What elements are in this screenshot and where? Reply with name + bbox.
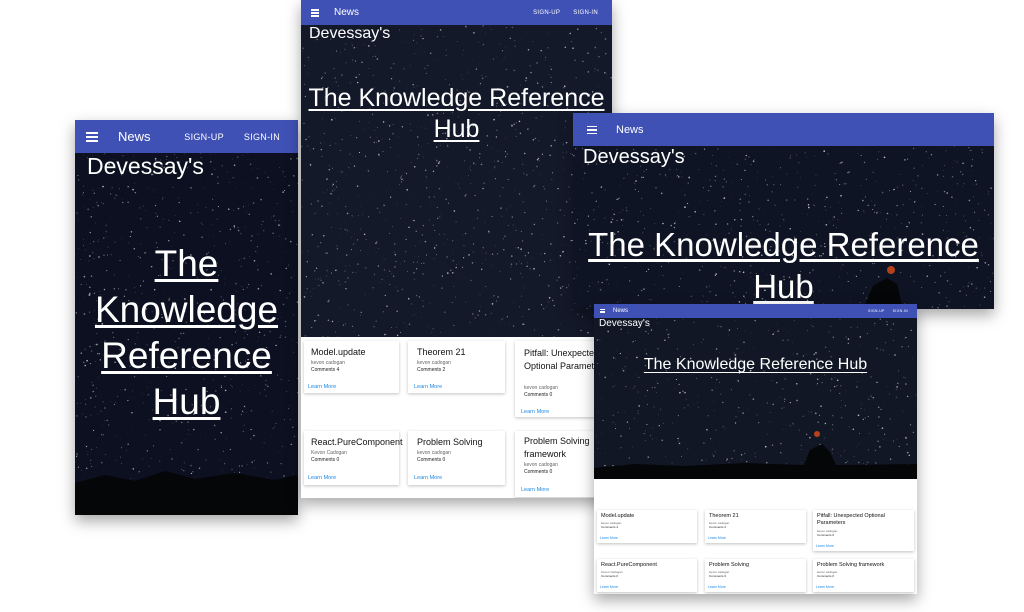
articles-grid: Model.update kevon cadogan Comments 4 Le… bbox=[301, 337, 612, 498]
card-comments: Comments 0 bbox=[709, 574, 727, 578]
card-title: Problem Solving bbox=[709, 562, 750, 568]
app-title: News bbox=[616, 123, 644, 136]
card-title: Problem Solving bbox=[417, 437, 483, 447]
card-title: React.PureComponent bbox=[311, 437, 403, 447]
learn-more-link[interactable]: Learn More bbox=[521, 487, 549, 493]
card-author: kevon cadogan bbox=[417, 450, 451, 456]
article-card[interactable]: Problem Solving framework kevon cadogan … bbox=[813, 559, 914, 592]
learn-more-link[interactable]: Learn More bbox=[600, 585, 618, 589]
learn-more-link[interactable]: Learn More bbox=[414, 475, 442, 481]
learn-more-link[interactable]: Learn More bbox=[414, 384, 442, 390]
signin-button[interactable]: SIGN-IN bbox=[244, 132, 280, 142]
mockup-desktop: News SIGN-UP SIGN-IN Devessay's The Know… bbox=[594, 304, 917, 594]
learn-more-link[interactable]: Learn More bbox=[308, 384, 336, 390]
starfield-background bbox=[594, 318, 917, 479]
card-comments: Comments 0 bbox=[417, 457, 446, 463]
card-comments: Comments 0 bbox=[524, 392, 553, 398]
app-title: News bbox=[613, 308, 629, 314]
card-comments: Comments 4 bbox=[311, 367, 340, 373]
learn-more-link[interactable]: Learn More bbox=[816, 585, 834, 589]
learn-more-link[interactable]: Learn More bbox=[708, 536, 726, 540]
card-title: Theorem 21 bbox=[709, 513, 739, 519]
signup-button[interactable]: SIGN-UP bbox=[533, 10, 560, 16]
card-author: kevon cadogan bbox=[524, 385, 558, 391]
brand-name: Devessay's bbox=[309, 25, 391, 42]
article-card[interactable]: React.PureComponent Kevon Cadogan Commen… bbox=[304, 431, 403, 485]
menu-icon[interactable] bbox=[587, 125, 597, 134]
card-title: Pitfall: Unexpected Optional Parameters bbox=[817, 513, 885, 526]
article-card[interactable]: Model.update kevon cadogan Comments 4 Le… bbox=[304, 341, 399, 393]
mockup-tablet: News SIGN-UP SIGN-IN Devessay's The Know… bbox=[301, 0, 612, 498]
learn-more-link[interactable]: Learn More bbox=[308, 475, 336, 481]
article-card[interactable]: Problem Solving kevon cadogan Comments 0… bbox=[408, 431, 505, 485]
card-comments: Comments 0 bbox=[817, 574, 835, 578]
card-comments: Comments 0 bbox=[601, 574, 619, 578]
app-bar: News SIGN-UP SIGN-IN bbox=[75, 120, 298, 153]
signup-button[interactable]: SIGN-UP bbox=[868, 309, 885, 313]
mockup-mobile: News SIGN-UP SIGN-IN Devessay's The Know… bbox=[75, 120, 298, 515]
hub-title-link[interactable]: The Knowledge Reference Hub bbox=[83, 241, 290, 425]
signin-button[interactable]: SIGN-IN bbox=[893, 309, 908, 313]
card-author: Kevon Cadogan bbox=[311, 450, 347, 456]
card-title: Model.update bbox=[311, 347, 366, 357]
card-comments: Comments 0 bbox=[524, 469, 553, 475]
starfield-background bbox=[301, 25, 612, 337]
card-author: kevon cadogan bbox=[417, 360, 451, 366]
signup-button[interactable]: SIGN-UP bbox=[184, 132, 224, 142]
card-author: kevon cadogan bbox=[311, 360, 345, 366]
article-card[interactable]: Pitfall: Unexpected Optional Parameters … bbox=[813, 510, 914, 551]
signin-button[interactable]: SIGN-IN bbox=[573, 10, 598, 16]
brand-name: Devessay's bbox=[583, 146, 685, 168]
article-card[interactable]: Model.update kevon cadogan Comments 4 Le… bbox=[597, 510, 697, 543]
app-bar: News bbox=[573, 113, 994, 146]
card-comments: Comments 0 bbox=[311, 457, 340, 463]
card-title: Theorem 21 bbox=[417, 347, 466, 357]
hero-banner: Devessay's The Knowledge Reference Hub bbox=[594, 318, 917, 479]
menu-icon[interactable] bbox=[86, 131, 98, 142]
article-card[interactable]: Theorem 21 kevon cadogan Comments 2 Lear… bbox=[408, 341, 505, 393]
hub-title-link[interactable]: The Knowledge Reference Hub bbox=[598, 355, 913, 375]
article-card[interactable]: Problem Solving kevon cadogan Comments 0… bbox=[705, 559, 806, 592]
app-title: News bbox=[334, 7, 360, 18]
learn-more-link[interactable]: Learn More bbox=[816, 544, 834, 548]
hub-title-link[interactable]: The Knowledge Reference Hub bbox=[305, 83, 608, 145]
card-comments: Comments 0 bbox=[817, 533, 835, 537]
menu-icon[interactable] bbox=[600, 309, 605, 313]
hub-title-link[interactable]: The Knowledge Reference Hub bbox=[577, 224, 990, 308]
brand-name: Devessay's bbox=[87, 153, 204, 179]
articles-grid: Model.update kevon cadogan Comments 4 Le… bbox=[594, 479, 917, 594]
learn-more-link[interactable]: Learn More bbox=[708, 585, 726, 589]
article-card[interactable]: Theorem 21 kevon cadogan Comments 2 Lear… bbox=[705, 510, 806, 543]
learn-more-link[interactable]: Learn More bbox=[521, 409, 549, 415]
learn-more-link[interactable]: Learn More bbox=[600, 536, 618, 540]
mockup-laptop: News Devessay's The Knowledge Reference … bbox=[573, 113, 994, 309]
hero-banner: Devessay's The Knowledge Reference Hub bbox=[75, 153, 298, 515]
hero-banner: Devessay's The Knowledge Reference Hub bbox=[301, 25, 612, 337]
card-comments: Comments 4 bbox=[601, 525, 619, 529]
menu-icon[interactable] bbox=[311, 9, 319, 17]
article-card[interactable]: React.PureComponent Kevon Cadogan Commen… bbox=[597, 559, 697, 592]
card-title: React.PureComponent bbox=[601, 562, 657, 568]
brand-name: Devessay's bbox=[599, 318, 650, 329]
card-title: Problem Solving framework bbox=[817, 562, 885, 568]
card-comments: Comments 2 bbox=[417, 367, 446, 373]
card-comments: Comments 2 bbox=[709, 525, 727, 529]
app-title: News bbox=[118, 129, 151, 144]
app-bar: News SIGN-UP SIGN-IN bbox=[594, 304, 917, 318]
card-author: kevon cadogan bbox=[524, 462, 558, 468]
hero-banner: Devessay's The Knowledge Reference Hub bbox=[573, 146, 994, 309]
card-title: Model.update bbox=[601, 513, 635, 519]
app-bar: News SIGN-UP SIGN-IN bbox=[301, 0, 612, 25]
